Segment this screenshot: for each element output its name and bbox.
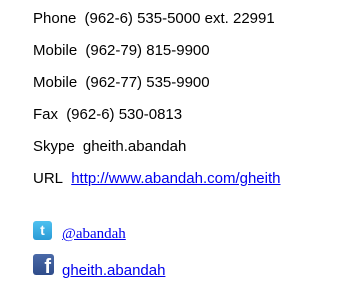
mobile-label-1: Mobile	[33, 42, 78, 59]
twitter-handle-link[interactable]: @abandah	[62, 226, 126, 243]
mobile-row-2: Mobile (962-77) 535-9900	[33, 74, 210, 92]
mobile-label-2: Mobile	[33, 74, 78, 91]
homepage-link[interactable]: http://www.abandah.com/gheith	[71, 170, 280, 187]
phone-row: Phone (962-6) 535-5000 ext. 22991	[33, 10, 275, 28]
url-row: URL http://www.abandah.com/gheith	[33, 170, 280, 188]
facebook-icon[interactable]: f	[33, 254, 54, 275]
mobile-value-1: (962-79) 815-9900	[85, 42, 210, 59]
fax-label: Fax	[33, 106, 59, 123]
mobile-row-1: Mobile (962-79) 815-9900	[33, 42, 210, 60]
skype-value: gheith.abandah	[82, 138, 187, 155]
skype-row: Skype gheith.abandah	[33, 138, 186, 156]
phone-value: (962-6) 535-5000 ext. 22991	[84, 10, 275, 27]
facebook-profile-link[interactable]: gheith.abandah	[62, 262, 165, 280]
skype-label: Skype	[33, 138, 75, 155]
fax-value: (962-6) 530-0813	[66, 106, 183, 123]
phone-label: Phone	[33, 10, 77, 27]
fax-row: Fax (962-6) 530-0813	[33, 106, 182, 124]
twitter-icon[interactable]: t	[33, 221, 52, 240]
mobile-value-2: (962-77) 535-9900	[85, 74, 210, 91]
url-label: URL	[33, 170, 64, 187]
